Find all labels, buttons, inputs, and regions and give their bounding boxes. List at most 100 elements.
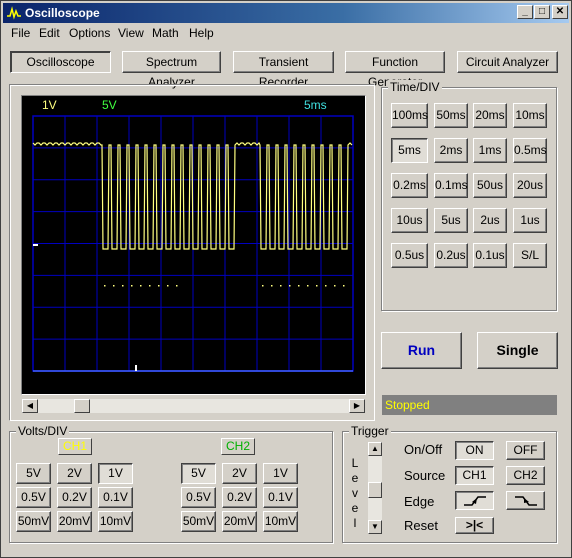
menu-help[interactable]: Help <box>189 26 214 40</box>
timediv-title: Time/DIV <box>388 80 442 94</box>
horizontal-scrollbar[interactable]: ◀ ▶ <box>21 398 366 414</box>
close-icon: ✕ <box>555 6 565 17</box>
ch1-volts-button[interactable]: 1V <box>98 463 133 484</box>
ch2-volts-button[interactable]: 0.1V <box>263 487 298 508</box>
ch2-volts-button[interactable]: 1V <box>263 463 298 484</box>
ch2-volts-button[interactable]: 20mV <box>222 511 257 532</box>
maximize-button[interactable]: □ <box>534 5 550 19</box>
level-up-button[interactable]: ▲ <box>368 442 382 456</box>
level-letter: l <box>353 516 357 530</box>
marker-dot <box>316 285 318 287</box>
ch1-volts-button[interactable]: 0.5V <box>16 487 51 508</box>
level-letter: e <box>351 471 359 485</box>
trigger-reset-button[interactable]: >|< <box>455 517 494 534</box>
rising-edge-button[interactable] <box>455 491 494 510</box>
marker-dot <box>113 285 115 287</box>
marker-dot <box>325 285 327 287</box>
marker-dot <box>343 285 345 287</box>
single-button[interactable]: Single <box>477 332 558 369</box>
timediv-button[interactable]: 10us <box>391 208 428 233</box>
ch1-volts-button[interactable]: 0.2V <box>57 487 92 508</box>
timediv-button[interactable]: 0.5us <box>391 243 428 268</box>
timediv-button[interactable]: 100ms <box>391 103 428 128</box>
scroll-right-button[interactable]: ▶ <box>349 399 365 413</box>
trigger-source-ch1-button[interactable]: CH1 <box>455 466 494 485</box>
level-down-button[interactable]: ▼ <box>368 520 382 534</box>
timediv-button[interactable]: 0.5ms <box>513 138 547 163</box>
trigger-off-button[interactable]: OFF <box>506 441 545 460</box>
trigger-source-ch2-button[interactable]: CH2 <box>506 466 545 485</box>
ch1-volts-button[interactable]: 50mV <box>16 511 51 532</box>
timediv-button[interactable]: 0.1us <box>473 243 507 268</box>
ch1-volts-button[interactable]: 20mV <box>57 511 92 532</box>
menu-view[interactable]: View <box>118 26 144 40</box>
timediv-button[interactable]: 2ms <box>434 138 468 163</box>
ch1-channel-button[interactable]: CH1 <box>58 438 92 455</box>
timediv-button[interactable]: S/L <box>513 243 547 268</box>
tab-oscilloscope[interactable]: Oscilloscope <box>10 51 111 73</box>
marker-dot <box>176 285 178 287</box>
tab-label: Circuit Analyzer <box>465 55 550 69</box>
ch2-volts-button[interactable]: 2V <box>222 463 257 484</box>
timediv-button[interactable]: 20us <box>513 173 547 198</box>
timediv-button[interactable]: 50ms <box>434 103 468 128</box>
marker-dot <box>289 285 291 287</box>
timediv-button[interactable]: 0.2ms <box>391 173 428 198</box>
ch1-volts-button[interactable]: 5V <box>16 463 51 484</box>
timediv-button[interactable]: 50us <box>473 173 507 198</box>
ch1-volts-button[interactable]: 10mV <box>98 511 133 532</box>
timediv-button[interactable]: 1us <box>513 208 547 233</box>
level-letter: v <box>352 486 358 500</box>
run-button[interactable]: Run <box>381 332 462 369</box>
ch1-volts-button[interactable]: 0.1V <box>98 487 133 508</box>
single-label: Single <box>496 342 539 358</box>
level-letter: e <box>351 501 359 515</box>
ch2-volts-button[interactable]: 5V <box>181 463 216 484</box>
tab-transient-recorder[interactable]: Transient Recorder <box>233 51 334 89</box>
tab-function-generator[interactable]: Function Generator <box>345 51 445 89</box>
timediv-button[interactable]: 0.2us <box>434 243 468 268</box>
marker-dot <box>131 285 133 287</box>
timediv-button[interactable]: 5ms <box>391 138 428 163</box>
ch1-ground-marker <box>33 244 38 246</box>
trigger-title: Trigger <box>349 424 391 438</box>
ch2-volts-button[interactable]: 0.5V <box>181 487 216 508</box>
level-scrollbar[interactable]: ▲ ▼ <box>368 442 382 534</box>
marker-dot <box>271 285 273 287</box>
ch2-volts-button[interactable]: 50mV <box>181 511 216 532</box>
menu-file[interactable]: File <box>11 26 30 40</box>
status-bar: Stopped <box>382 395 557 415</box>
timediv-button[interactable]: 0.1ms <box>434 173 468 198</box>
ch1-trace <box>32 141 353 250</box>
timediv-button[interactable]: 10ms <box>513 103 547 128</box>
ch2-volts-button[interactable]: 10mV <box>263 511 298 532</box>
menu-options[interactable]: Options <box>69 26 110 40</box>
minimize-button[interactable]: _ <box>517 5 533 19</box>
ch1-volts-button[interactable]: 2V <box>57 463 92 484</box>
timediv-button[interactable]: 1ms <box>473 138 507 163</box>
minimize-icon: _ <box>522 6 528 17</box>
window-title: Oscilloscope <box>25 6 100 20</box>
scope-grid <box>32 115 354 372</box>
trigger-on-button[interactable]: ON <box>455 441 494 460</box>
falling-edge-button[interactable] <box>506 491 545 510</box>
title-bar[interactable]: Oscilloscope <box>3 3 569 23</box>
scroll-thumb[interactable] <box>74 399 90 413</box>
timediv-button[interactable]: 20ms <box>473 103 507 128</box>
menu-edit[interactable]: Edit <box>39 26 60 40</box>
tab-circuit-analyzer[interactable]: Circuit Analyzer <box>457 51 558 73</box>
run-label: Run <box>407 342 436 358</box>
marker-dot <box>307 285 309 287</box>
menu-math[interactable]: Math <box>152 26 179 40</box>
timediv-button[interactable]: 5us <box>434 208 468 233</box>
tab-spectrum-analyzer[interactable]: Spectrum Analyzer <box>122 51 221 89</box>
ch2-channel-button[interactable]: CH2 <box>221 438 255 455</box>
level-thumb[interactable] <box>368 482 382 498</box>
close-button[interactable]: ✕ <box>552 5 568 19</box>
maximize-icon: □ <box>538 6 546 17</box>
timediv-button[interactable]: 2us <box>473 208 507 233</box>
scroll-left-button[interactable]: ◀ <box>22 399 38 413</box>
tab-label: Oscilloscope <box>26 55 95 69</box>
scope-display: 1V 5V 5ms <box>21 95 366 395</box>
ch2-volts-button[interactable]: 0.2V <box>222 487 257 508</box>
